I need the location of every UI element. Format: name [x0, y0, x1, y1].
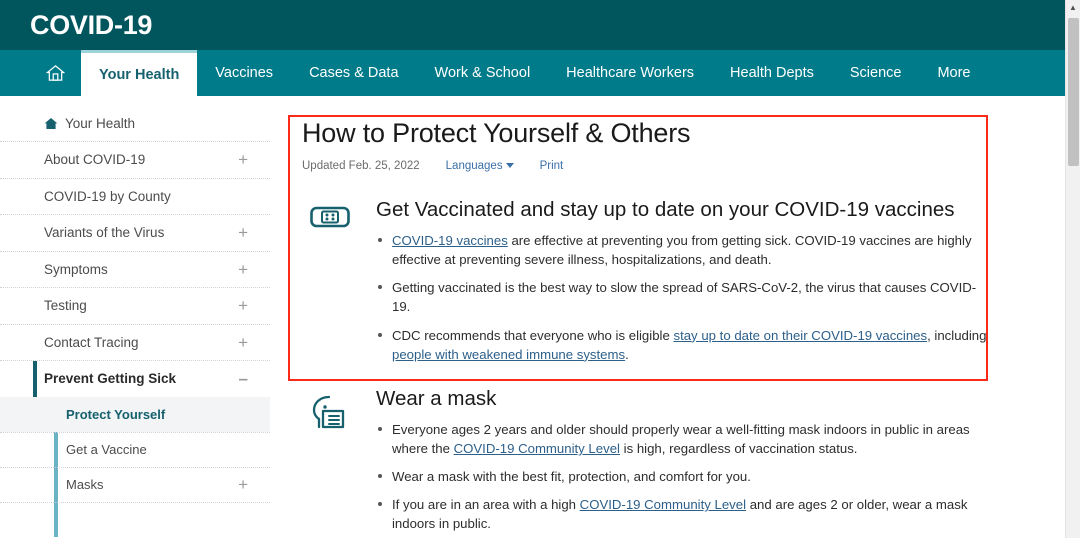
masthead: COVID-19 [0, 0, 1080, 50]
list-item: Wear a mask with the best fit, protectio… [376, 467, 988, 486]
section-get-vaccinated: Get Vaccinated and stay up to date on yo… [302, 198, 988, 373]
sidebar-subitem-label: Protect Yourself [66, 406, 166, 422]
nav-item-label: Cases & Data [309, 65, 399, 81]
page-title: How to Protect Yourself & Others [302, 118, 691, 148]
sidebar-item-protect-yourself[interactable]: Protect Yourself [0, 396, 270, 432]
vertical-scrollbar[interactable]: ▲ [1065, 0, 1080, 538]
expand-toggle-icon[interactable]: + [238, 261, 248, 278]
primary-nav: Your Health Vaccines Cases & Data Work &… [0, 50, 1080, 96]
link-covid19-community-level[interactable]: COVID-19 Community Level [454, 441, 620, 456]
sidebar-item-contact-tracing[interactable]: Contact Tracing + [0, 323, 270, 361]
nav-item-more[interactable]: More [919, 50, 988, 96]
nav-item-science[interactable]: Science [832, 50, 920, 96]
site-title: COVID-19 [30, 9, 153, 40]
scroll-up-arrow-icon[interactable]: ▲ [1066, 0, 1080, 14]
sidebar-item-label: Testing [44, 298, 87, 314]
list-item: Getting vaccinated is the best way to sl… [376, 278, 988, 316]
link-covid19-vaccines[interactable]: COVID-19 vaccines [392, 233, 508, 248]
list-item: CDC recommends that everyone who is elig… [376, 326, 988, 364]
sidebar-item-label: Symptoms [44, 261, 108, 277]
bullet-text: . [625, 346, 629, 362]
nav-item-label: Health Depts [730, 65, 814, 81]
expand-toggle-icon[interactable]: + [238, 334, 248, 351]
sidebar-item-prevent-getting-sick[interactable]: Prevent Getting Sick – [0, 360, 270, 397]
nav-item-your-health[interactable]: Your Health [81, 50, 198, 96]
content-inner: How to Protect Yourself & Others Updated… [284, 96, 1080, 538]
bullet-text: CDC recommends that everyone who is elig… [392, 327, 674, 343]
list-item: Everyone ages 2 years and older should p… [376, 420, 988, 458]
sidebar-item-masks[interactable]: Masks + [0, 466, 270, 502]
page-root: COVID-19 Your Health Vaccines Cases & Da… [0, 0, 1080, 538]
section-body: Get Vaccinated and stay up to date on yo… [376, 198, 988, 373]
nav-item-label: Healthcare Workers [566, 65, 695, 81]
sidebar-item-covid19-by-county[interactable]: COVID-19 by County [0, 177, 270, 215]
nav-item-work-school[interactable]: Work & School [417, 50, 549, 96]
nav-item-label: Science [849, 65, 902, 81]
expand-toggle-icon[interactable]: + [238, 224, 248, 241]
nav-item-label: Your Health [99, 66, 180, 83]
sidebar-item-label: Variants of the Virus [44, 225, 165, 241]
sidebar-item-label: COVID-19 by County [44, 188, 171, 204]
section-bullet-list: COVID-19 vaccines are effective at preve… [376, 231, 988, 364]
link-covid19-community-level[interactable]: COVID-19 Community Level [580, 497, 746, 512]
section-wear-a-mask: Wear a mask Everyone ages 2 years and ol… [302, 387, 988, 538]
expand-toggle-icon[interactable]: + [238, 476, 248, 493]
nav-item-healthcare-workers[interactable]: Healthcare Workers [548, 50, 712, 96]
sidebar-item-label: Contact Tracing [44, 334, 139, 350]
section-title: Get Vaccinated and stay up to date on yo… [376, 198, 955, 221]
nav-item-label: Vaccines [215, 65, 274, 81]
link-stay-up-to-date[interactable]: stay up to date on their COVID-19 vaccin… [673, 328, 927, 343]
list-item: If you are in an area with a high COVID-… [376, 495, 988, 533]
sidebar-item-symptoms[interactable]: Symptoms + [0, 250, 270, 288]
bullet-text: Getting vaccinated is the best way to sl… [392, 280, 977, 315]
sidebar-item-variants-of-the-virus[interactable]: Variants of the Virus + [0, 214, 270, 251]
updated-date: Updated Feb. 25, 2022 [302, 160, 420, 172]
chevron-down-icon [505, 163, 514, 169]
sidebar-nav: Your Health About COVID-19 + COVID-19 by… [0, 96, 270, 538]
scrollbar-thumb[interactable] [1068, 18, 1079, 166]
section-bullet-list: Everyone ages 2 years and older should p… [376, 420, 988, 534]
expand-toggle-icon[interactable]: + [238, 297, 248, 314]
sidebar-item-truncated[interactable] [0, 501, 270, 537]
sidebar-home-label: Your Health [65, 116, 136, 131]
sidebar-item-about-covid19[interactable]: About COVID-19 + [0, 141, 270, 178]
nav-item-cases-data[interactable]: Cases & Data [291, 50, 416, 96]
content-meta: Updated Feb. 25, 2022 Languages Print [302, 160, 988, 172]
nav-item-health-depts[interactable]: Health Depts [712, 50, 832, 96]
sidebar-item-label: About COVID-19 [44, 152, 146, 168]
bullet-text: is high, regardless of vaccination statu… [619, 440, 858, 456]
bullet-text: If you are in an area with a high [392, 497, 580, 513]
list-item: COVID-19 vaccines are effective at preve… [376, 231, 988, 269]
sidebar-subitems: Protect Yourself Get a Vaccine Masks + [0, 396, 270, 537]
sidebar-subitem-label: Get a Vaccine [66, 442, 147, 457]
home-filled-icon [44, 117, 58, 130]
bullet-text: Wear a mask with the best fit, protectio… [392, 469, 751, 485]
body-wrapper: Your Health About COVID-19 + COVID-19 by… [0, 96, 1080, 538]
sidebar-subitem-label: Masks [66, 477, 104, 492]
nav-item-vaccines[interactable]: Vaccines [197, 50, 291, 96]
nav-item-label: More [937, 65, 971, 81]
sidebar-item-testing[interactable]: Testing + [0, 287, 270, 324]
sidebar-item-label: Prevent Getting Sick [44, 371, 177, 387]
link-weakened-immune-systems[interactable]: people with weakened immune systems [392, 347, 625, 362]
main-content: How to Protect Yourself & Others Updated… [270, 96, 1080, 538]
bullet-text: , including [927, 327, 987, 343]
languages-label: Languages [445, 160, 503, 172]
home-icon [46, 64, 65, 82]
sidebar-item-get-a-vaccine[interactable]: Get a Vaccine [0, 431, 270, 467]
nav-item-label: Work & School [434, 65, 531, 81]
print-link[interactable]: Print [540, 160, 564, 172]
collapse-toggle-icon[interactable]: – [239, 370, 248, 387]
expand-toggle-icon[interactable]: + [238, 151, 248, 168]
section-body: Wear a mask Everyone ages 2 years and ol… [376, 387, 988, 538]
section-title: Wear a mask [376, 386, 497, 410]
bandage-icon [302, 198, 358, 373]
face-mask-icon [302, 387, 358, 538]
languages-dropdown[interactable]: Languages [446, 160, 514, 172]
sidebar-item-your-health[interactable]: Your Health [0, 108, 270, 141]
nav-home-button[interactable] [30, 50, 81, 96]
